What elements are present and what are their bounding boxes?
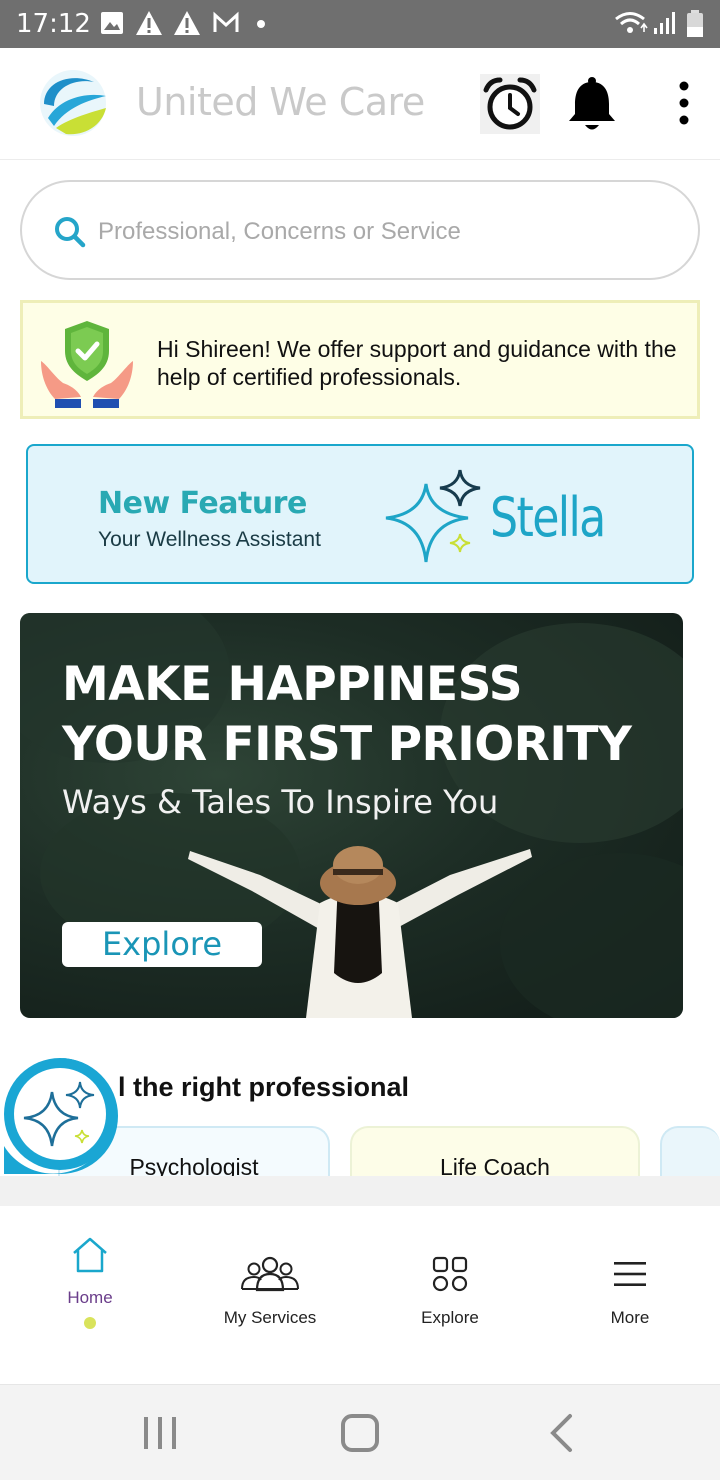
stella-chat-button[interactable] [0,1056,120,1176]
nav-my-services-label: My Services [223,1308,317,1327]
alarm-clock-icon [483,77,537,130]
bottom-navigation: Home My Services Explore More [0,1206,720,1384]
notifications-button[interactable] [566,74,618,134]
more-vertical-icon [679,81,689,125]
app-logo-icon [40,70,106,136]
overflow-menu-button[interactable] [668,78,700,128]
new-feature-label: New Feature [98,486,307,521]
nav-home[interactable]: Home [0,1206,180,1384]
stella-sparkle-icon [4,1058,118,1174]
greeting-card: Hi Shireen! We offer support and guidanc… [20,300,700,419]
active-indicator-dot [84,1317,96,1329]
back-icon[interactable] [546,1413,576,1453]
home-icon [73,1237,107,1273]
gmail-icon [213,11,239,32]
hamburger-icon [614,1262,646,1286]
recent-apps-icon[interactable] [140,1415,180,1451]
signal-icon [654,12,675,34]
nav-divider [0,1176,720,1206]
professional-card-next[interactable] [660,1126,720,1182]
image-notification-icon [101,12,123,34]
sparkle-icon [385,469,481,563]
hero-headline-line1: MAKE HAPPINESS [62,657,523,712]
users-icon [241,1256,299,1292]
nav-more[interactable]: More [540,1206,720,1384]
grid-icon [432,1256,468,1292]
nav-explore[interactable]: Explore [360,1206,540,1384]
nav-more-label: More [610,1308,650,1327]
wifi-icon [615,12,648,33]
bell-icon [569,77,615,130]
warning-icon [136,11,162,35]
hero-explore-button[interactable]: Explore [62,922,262,967]
battery-icon [687,10,703,37]
hero-headline-line2: YOUR FIRST PRIORITY [62,717,632,772]
nav-home-label: Home [67,1288,113,1307]
shield-hands-icon [41,321,133,408]
dot-icon [257,20,265,28]
professional-card-life-coach[interactable]: Life Coach [350,1126,640,1182]
stella-feature-banner[interactable]: New Feature Your Wellness Assistant Stel… [26,444,694,584]
home-system-icon[interactable] [340,1413,380,1453]
search-bar[interactable] [20,180,700,280]
section-title: l the right professional [118,1072,410,1102]
greeting-message: Hi Shireen! We offer support and guidanc… [157,336,677,390]
app-title: United We Care [136,80,425,124]
reminder-button[interactable] [480,74,540,134]
status-time: 17:12 [16,9,91,39]
hero-subtitle: Ways & Tales To Inspire You [62,783,499,821]
status-bar: 17:12 [0,0,720,48]
search-input[interactable] [98,210,658,254]
nav-explore-label: Explore [421,1308,479,1327]
hero-banner[interactable]: MAKE HAPPINESS YOUR FIRST PRIORITY Ways … [20,613,683,1018]
warning-icon [174,11,200,35]
stella-subtitle: Your Wellness Assistant [98,528,321,551]
stella-logo-text: Stella [490,486,606,549]
search-icon [55,217,86,248]
app-header: United We Care [0,48,720,160]
nav-my-services[interactable]: My Services [180,1206,360,1384]
system-navigation-bar [0,1384,720,1480]
